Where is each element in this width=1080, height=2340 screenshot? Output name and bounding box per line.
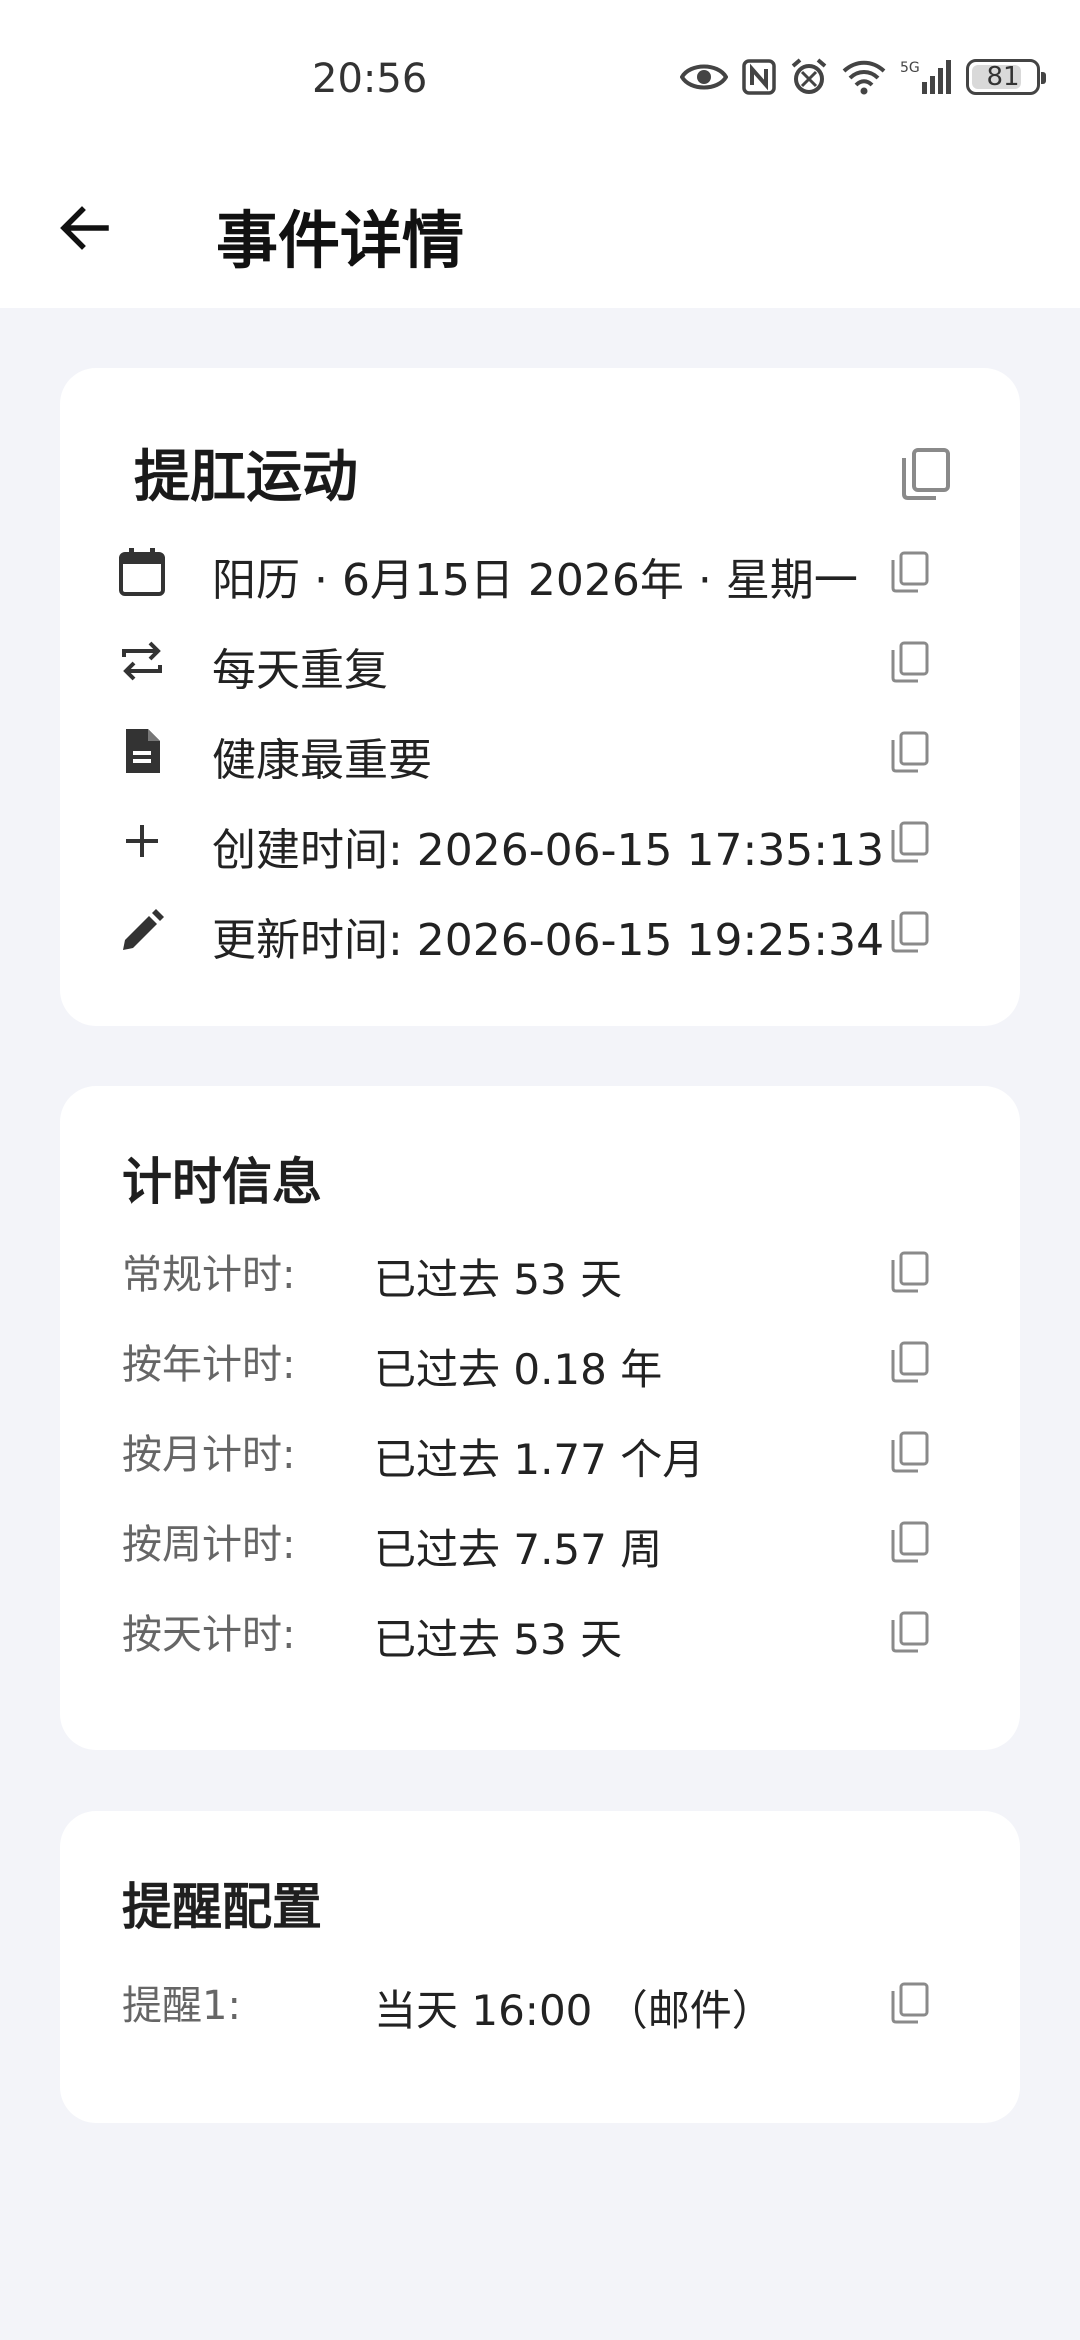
alarm-icon bbox=[790, 58, 828, 96]
updated-row: 更新时间: 2026-06-15 19:25:34 bbox=[60, 886, 1020, 976]
timing-row-day: 按天计时: 已过去 53 天 bbox=[60, 1592, 1020, 1682]
timing-value: 已过去 53 天 bbox=[374, 1255, 623, 1304]
copy-icon bbox=[902, 448, 950, 500]
date-text: 阳历 · 6月15日 2026年 · 星期一 bbox=[212, 555, 858, 606]
date-row: 阳历 · 6月15日 2026年 · 星期一 bbox=[60, 526, 1020, 616]
timing-info-card: 计时信息 常规计时: 已过去 53 天 按年计时: 已过去 0.18 年 按月计… bbox=[60, 1086, 1020, 1750]
copy-icon bbox=[891, 1982, 929, 2024]
timing-label: 常规计时: bbox=[122, 1252, 296, 1298]
timing-row-week: 按周计时: 已过去 7.57 周 bbox=[60, 1502, 1020, 1592]
svg-text:5G: 5G bbox=[900, 60, 920, 76]
event-title: 提肛运动 bbox=[134, 445, 358, 510]
copy-icon bbox=[891, 551, 929, 593]
app-bar: 事件详情 bbox=[0, 160, 1080, 308]
timing-value: 已过去 1.77 个月 bbox=[374, 1435, 705, 1484]
copy-timing-button[interactable] bbox=[886, 1338, 934, 1386]
copy-repeat-button[interactable] bbox=[886, 638, 934, 686]
timing-row-month: 按月计时: 已过去 1.77 个月 bbox=[60, 1412, 1020, 1502]
note-row: 健康最重要 bbox=[60, 706, 1020, 796]
copy-updated-button[interactable] bbox=[886, 908, 934, 956]
arrow-back-icon bbox=[60, 206, 109, 250]
document-icon bbox=[118, 727, 166, 775]
copy-timing-button[interactable] bbox=[886, 1608, 934, 1656]
plus-icon bbox=[118, 817, 166, 865]
nfc-icon bbox=[742, 59, 776, 95]
copy-icon bbox=[891, 911, 929, 953]
timing-row-year: 按年计时: 已过去 0.18 年 bbox=[60, 1322, 1020, 1412]
calendar-icon bbox=[118, 547, 166, 596]
updated-text: 更新时间: 2026-06-15 19:25:34 bbox=[212, 915, 885, 966]
battery-icon: 81 bbox=[966, 59, 1046, 95]
reminder-config-card: 提醒配置 提醒1: 当天 16:00 （邮件） bbox=[60, 1811, 1020, 2123]
copy-date-button[interactable] bbox=[886, 548, 934, 596]
copy-created-button[interactable] bbox=[886, 818, 934, 866]
copy-icon bbox=[891, 1521, 929, 1563]
status-bar: 20:56 5G 81 bbox=[0, 0, 1080, 160]
copy-timing-button[interactable] bbox=[886, 1428, 934, 1476]
status-icons: 5G 81 bbox=[680, 58, 1046, 96]
repeat-icon bbox=[118, 637, 166, 685]
timing-row-regular: 常规计时: 已过去 53 天 bbox=[60, 1232, 1020, 1322]
copy-icon bbox=[891, 1611, 929, 1653]
copy-icon bbox=[891, 731, 929, 773]
timing-section-title: 计时信息 bbox=[122, 1153, 322, 1211]
copy-note-button[interactable] bbox=[886, 728, 934, 776]
copy-timing-button[interactable] bbox=[886, 1248, 934, 1296]
timing-label: 按周计时: bbox=[122, 1522, 296, 1568]
reminder-value: 当天 16:00 （邮件） bbox=[374, 1986, 774, 2035]
copy-title-button[interactable] bbox=[896, 444, 956, 504]
status-time: 20:56 bbox=[312, 56, 428, 102]
wifi-icon bbox=[842, 59, 886, 95]
timing-label: 按月计时: bbox=[122, 1432, 296, 1478]
copy-reminder-button[interactable] bbox=[886, 1979, 934, 2027]
timing-value: 已过去 53 天 bbox=[374, 1615, 623, 1664]
reminder-label: 提醒1: bbox=[122, 1983, 241, 2029]
copy-icon bbox=[891, 1341, 929, 1383]
page-title: 事件详情 bbox=[216, 204, 465, 277]
timing-label: 按天计时: bbox=[122, 1612, 296, 1658]
copy-icon bbox=[891, 1431, 929, 1473]
timing-label: 按年计时: bbox=[122, 1342, 296, 1388]
timing-value: 已过去 0.18 年 bbox=[374, 1345, 663, 1394]
repeat-row: 每天重复 bbox=[60, 616, 1020, 706]
copy-icon bbox=[891, 641, 929, 683]
reminder-section-title: 提醒配置 bbox=[122, 1878, 322, 1936]
eye-icon bbox=[680, 59, 728, 95]
timing-value: 已过去 7.57 周 bbox=[374, 1525, 663, 1574]
created-text: 创建时间: 2026-06-15 17:35:13 bbox=[212, 825, 885, 876]
note-text: 健康最重要 bbox=[212, 735, 432, 786]
signal-5g-icon: 5G bbox=[900, 58, 952, 96]
back-button[interactable] bbox=[52, 196, 116, 260]
event-info-card: 提肛运动 阳历 · 6月15日 2026年 · 星期一 每天重复 健康最重要 创… bbox=[60, 368, 1020, 1026]
reminder-row: 提醒1: 当天 16:00 （邮件） bbox=[60, 1963, 1020, 2053]
repeat-text: 每天重复 bbox=[212, 645, 388, 696]
copy-icon bbox=[891, 821, 929, 863]
created-row: 创建时间: 2026-06-15 17:35:13 bbox=[60, 796, 1020, 886]
copy-icon bbox=[891, 1251, 929, 1293]
battery-level: 81 bbox=[986, 62, 1020, 92]
pencil-icon bbox=[118, 907, 166, 955]
copy-timing-button[interactable] bbox=[886, 1518, 934, 1566]
